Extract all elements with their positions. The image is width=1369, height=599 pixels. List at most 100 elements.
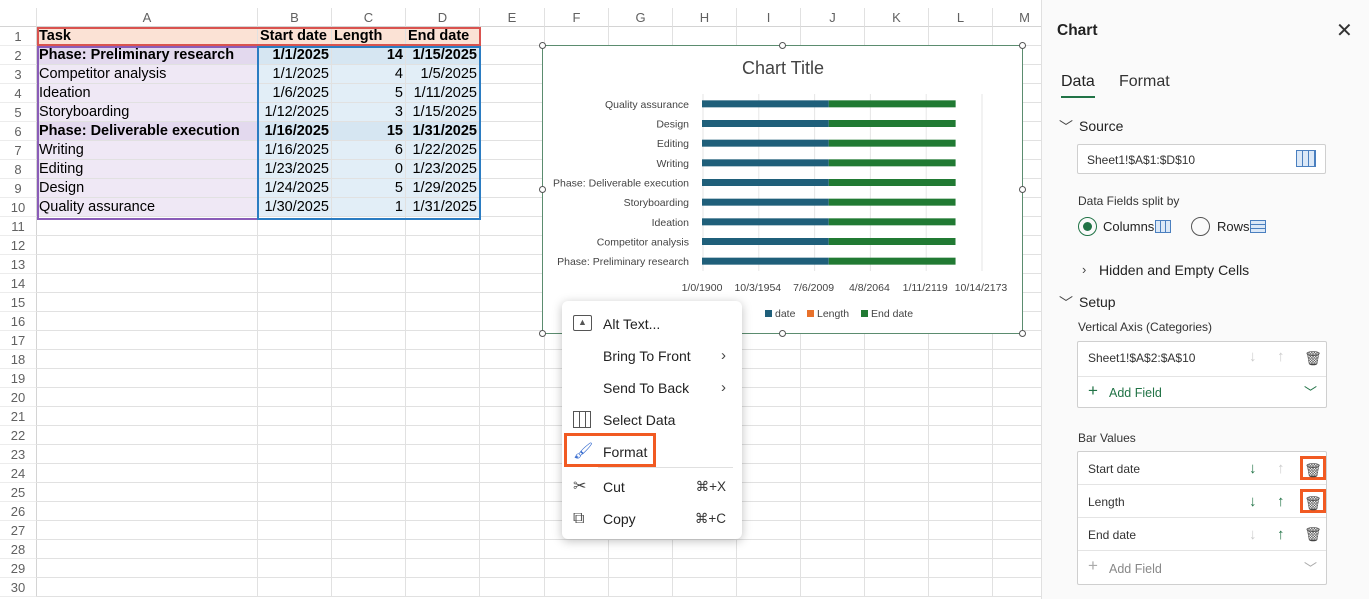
- cell[interactable]: [332, 388, 406, 407]
- cell[interactable]: [929, 502, 993, 521]
- cell[interactable]: [258, 236, 332, 255]
- cell[interactable]: [406, 274, 480, 293]
- cell[interactable]: [865, 521, 929, 540]
- cell[interactable]: [37, 540, 258, 559]
- cell[interactable]: [929, 445, 993, 464]
- resize-handle[interactable]: [539, 330, 546, 337]
- cell[interactable]: [801, 350, 865, 369]
- cell[interactable]: [801, 388, 865, 407]
- vertical-axis-value[interactable]: Sheet1!$A$2:$A$10: [1088, 351, 1195, 365]
- cell[interactable]: [332, 445, 406, 464]
- row-header[interactable]: 9: [0, 179, 37, 198]
- cell[interactable]: [929, 578, 993, 597]
- cell[interactable]: [37, 312, 258, 331]
- cell[interactable]: [673, 559, 737, 578]
- cell[interactable]: [406, 350, 480, 369]
- cell[interactable]: [37, 407, 258, 426]
- cell[interactable]: [929, 521, 993, 540]
- cell[interactable]: [480, 27, 545, 46]
- resize-handle[interactable]: [1019, 42, 1026, 49]
- select-all-corner[interactable]: [0, 8, 37, 27]
- cell[interactable]: [801, 502, 865, 521]
- cell[interactable]: [929, 388, 993, 407]
- cell[interactable]: 1: [332, 198, 406, 217]
- cell[interactable]: [480, 407, 545, 426]
- row-header[interactable]: 30: [0, 578, 37, 597]
- tab-data[interactable]: Data: [1061, 73, 1095, 98]
- cell[interactable]: [332, 521, 406, 540]
- cell[interactable]: [865, 578, 929, 597]
- cell[interactable]: [865, 369, 929, 388]
- bar-value-item[interactable]: End date ↓ ↑ 🗑: [1078, 518, 1326, 551]
- range-picker-icon[interactable]: [1296, 150, 1316, 167]
- bar-end-date[interactable]: [828, 120, 956, 127]
- cell[interactable]: 1/30/2025: [258, 198, 332, 217]
- cell[interactable]: 1/31/2025: [406, 198, 480, 217]
- cell[interactable]: [332, 502, 406, 521]
- cell[interactable]: [37, 445, 258, 464]
- cell[interactable]: [258, 578, 332, 597]
- cell[interactable]: [406, 369, 480, 388]
- bar-end-date[interactable]: [828, 179, 956, 186]
- cell[interactable]: Phase: Deliverable execution: [37, 122, 258, 141]
- cell[interactable]: 1/23/2025: [258, 160, 332, 179]
- cell[interactable]: [480, 559, 545, 578]
- cell[interactable]: [737, 502, 801, 521]
- cell[interactable]: [609, 559, 673, 578]
- cell[interactable]: Quality assurance: [37, 198, 258, 217]
- cell[interactable]: [480, 103, 545, 122]
- cell[interactable]: [332, 274, 406, 293]
- cell[interactable]: [258, 445, 332, 464]
- cell[interactable]: [37, 274, 258, 293]
- cell[interactable]: [480, 331, 545, 350]
- cell[interactable]: [258, 483, 332, 502]
- cell[interactable]: [865, 464, 929, 483]
- cell[interactable]: [406, 331, 480, 350]
- cell[interactable]: 1/11/2025: [406, 84, 480, 103]
- cell[interactable]: [865, 502, 929, 521]
- cell[interactable]: [865, 388, 929, 407]
- cell[interactable]: [332, 407, 406, 426]
- cell[interactable]: [37, 502, 258, 521]
- cell[interactable]: [545, 578, 609, 597]
- cell[interactable]: [258, 521, 332, 540]
- cell[interactable]: [406, 312, 480, 331]
- cell[interactable]: [545, 27, 609, 46]
- row-header[interactable]: 28: [0, 540, 37, 559]
- cell[interactable]: [737, 388, 801, 407]
- column-header[interactable]: G: [609, 8, 673, 27]
- cell[interactable]: [865, 350, 929, 369]
- cell[interactable]: [258, 426, 332, 445]
- cell[interactable]: [480, 312, 545, 331]
- cell[interactable]: [406, 483, 480, 502]
- column-header[interactable]: L: [929, 8, 993, 27]
- cell[interactable]: [737, 350, 801, 369]
- cell[interactable]: 1/16/2025: [258, 141, 332, 160]
- columns-radio-label[interactable]: Columns: [1103, 219, 1154, 234]
- cell[interactable]: [480, 217, 545, 236]
- menu-item-select-data[interactable]: Select Data: [562, 405, 742, 435]
- move-up-icon[interactable]: ↑: [1277, 493, 1285, 510]
- row-header[interactable]: 24: [0, 464, 37, 483]
- bar-start-date[interactable]: [702, 139, 829, 147]
- cell[interactable]: 1/29/2025: [406, 179, 480, 198]
- bar-end-date[interactable]: [828, 139, 956, 147]
- move-up-icon[interactable]: ↑: [1277, 526, 1285, 543]
- cell[interactable]: [332, 540, 406, 559]
- cell[interactable]: [37, 578, 258, 597]
- menu-item-copy[interactable]: ⧉ Copy ⌘+C: [562, 504, 742, 534]
- cell[interactable]: [801, 540, 865, 559]
- cell[interactable]: [258, 559, 332, 578]
- cell[interactable]: Competitor analysis: [37, 65, 258, 84]
- row-header[interactable]: 16: [0, 312, 37, 331]
- cell[interactable]: [865, 407, 929, 426]
- cell[interactable]: [929, 407, 993, 426]
- cell[interactable]: [480, 350, 545, 369]
- cell[interactable]: [929, 559, 993, 578]
- cell[interactable]: [737, 464, 801, 483]
- cell[interactable]: [801, 483, 865, 502]
- chevron-down-icon[interactable]: ﹀: [1304, 382, 1317, 401]
- cell[interactable]: [801, 369, 865, 388]
- cell[interactable]: 14: [332, 46, 406, 65]
- cell[interactable]: [332, 578, 406, 597]
